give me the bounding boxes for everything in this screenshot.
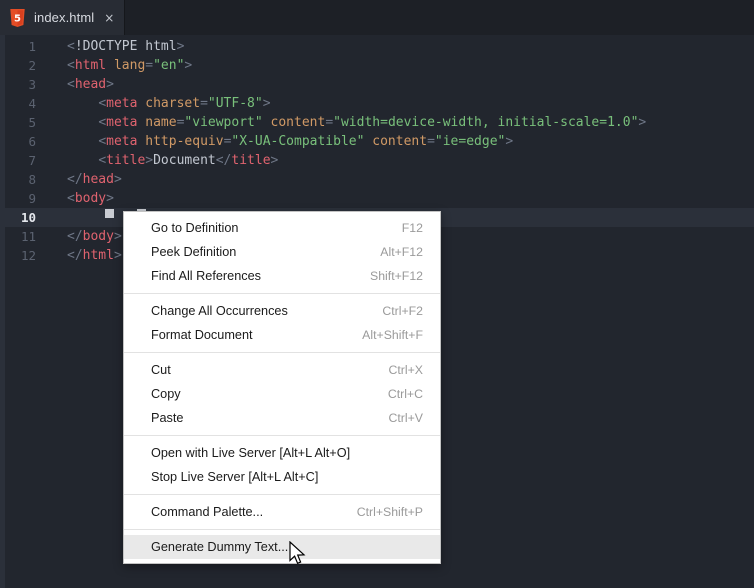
menu-item-label: Open with Live Server [Alt+L Alt+O]	[151, 446, 351, 460]
menu-item-format-document[interactable]: Format Document Alt+Shift+F	[124, 323, 440, 347]
menu-item-label: Cut	[151, 363, 171, 377]
menu-item-label: Generate Dummy Text...	[151, 540, 289, 554]
tab-bar: 5 index.html ×	[0, 0, 754, 35]
line-number: 6	[28, 134, 36, 149]
menu-item-shortcut: Alt+F12	[380, 245, 423, 259]
code-line: 7 <title>Document</title>	[0, 151, 754, 170]
line-content: <body>	[67, 191, 114, 206]
close-icon[interactable]: ×	[104, 12, 114, 24]
menu-item-shortcut: Ctrl+X	[388, 363, 423, 377]
menu-item-label: Stop Live Server [Alt+L Alt+C]	[151, 470, 319, 484]
menu-separator	[124, 494, 440, 495]
menu-item-shortcut: Shift+F12	[370, 269, 423, 283]
line-number: 9	[28, 191, 36, 206]
menu-item-shortcut: F12	[401, 221, 423, 235]
menu-separator	[124, 529, 440, 530]
menu-item-label: Go to Definition	[151, 221, 239, 235]
menu-separator	[124, 293, 440, 294]
line-number: 4	[28, 96, 36, 111]
menu-item-copy[interactable]: Copy Ctrl+C	[124, 382, 440, 406]
line-content: <head>	[67, 77, 114, 92]
line-content: <meta http-equiv="X-UA-Compatible" conte…	[98, 134, 514, 149]
line-number: 3	[28, 77, 36, 92]
svg-text:5: 5	[14, 13, 21, 24]
line-number: 12	[20, 248, 36, 263]
menu-item-cut[interactable]: Cut Ctrl+X	[124, 358, 440, 382]
code-line: 5 <meta name="viewport" content="width=d…	[0, 113, 754, 132]
code-line: 3 <head>	[0, 75, 754, 94]
menu-item-command-palette[interactable]: Command Palette... Ctrl+Shift+P	[124, 500, 440, 524]
line-number: 10	[20, 210, 36, 225]
menu-item-shortcut: Ctrl+V	[388, 411, 423, 425]
menu-item-shortcut: Alt+Shift+F	[362, 328, 423, 342]
menu-separator	[124, 352, 440, 353]
line-number: 11	[20, 229, 36, 244]
menu-separator	[124, 435, 440, 436]
menu-item-stop-live-server[interactable]: Stop Live Server [Alt+L Alt+C]	[124, 465, 440, 489]
code-line: 8 </head>	[0, 170, 754, 189]
context-menu[interactable]: Go to Definition F12 Peek Definition Alt…	[123, 211, 441, 564]
menu-item-label: Copy	[151, 387, 181, 401]
selection-square	[105, 209, 114, 218]
line-number: 1	[28, 39, 36, 54]
menu-item-find-all-references[interactable]: Find All References Shift+F12	[124, 264, 440, 288]
tab-label: index.html	[34, 10, 95, 25]
line-number: 5	[28, 115, 36, 130]
menu-item-label: Command Palette...	[151, 505, 264, 519]
menu-item-paste[interactable]: Paste Ctrl+V	[124, 406, 440, 430]
menu-item-label: Change All Occurrences	[151, 304, 288, 318]
menu-item-shortcut: Ctrl+C	[387, 387, 423, 401]
line-content: <meta name="viewport" content="width=dev…	[98, 115, 647, 130]
code-line: 9 <body>	[0, 189, 754, 208]
line-number: 7	[28, 153, 36, 168]
code-line: 6 <meta http-equiv="X-UA-Compatible" con…	[0, 132, 754, 151]
menu-item-open-with-live-server[interactable]: Open with Live Server [Alt+L Alt+O]	[124, 441, 440, 465]
menu-item-label: Format Document	[151, 328, 253, 342]
line-content: <title>Document</title>	[98, 153, 279, 168]
menu-item-label: Find All References	[151, 269, 262, 283]
line-content: <meta charset="UTF-8">	[98, 96, 271, 111]
editor-window: 5 index.html × 1 <!DOCTYPE html> 2 <html…	[0, 0, 754, 588]
line-number: 2	[28, 58, 36, 73]
menu-item-change-all-occurrences[interactable]: Change All Occurrences Ctrl+F2	[124, 299, 440, 323]
code-line: 1 <!DOCTYPE html>	[0, 37, 754, 56]
menu-item-generate-dummy-text[interactable]: Generate Dummy Text...	[124, 535, 440, 559]
line-content: <html lang="en">	[67, 58, 193, 73]
line-number: 8	[28, 172, 36, 187]
menu-item-go-to-definition[interactable]: Go to Definition F12	[124, 216, 440, 240]
code-line: 2 <html lang="en">	[0, 56, 754, 75]
menu-item-shortcut: Ctrl+F2	[382, 304, 423, 318]
html5-icon: 5	[9, 8, 26, 27]
line-content: <!DOCTYPE html>	[67, 39, 185, 54]
menu-item-label: Peek Definition	[151, 245, 237, 259]
tab-index-html[interactable]: 5 index.html ×	[0, 0, 126, 35]
menu-item-label: Paste	[151, 411, 184, 425]
line-content: </head>	[67, 172, 122, 187]
menu-item-peek-definition[interactable]: Peek Definition Alt+F12	[124, 240, 440, 264]
menu-item-shortcut: Ctrl+Shift+P	[356, 505, 423, 519]
code-line: 4 <meta charset="UTF-8">	[0, 94, 754, 113]
